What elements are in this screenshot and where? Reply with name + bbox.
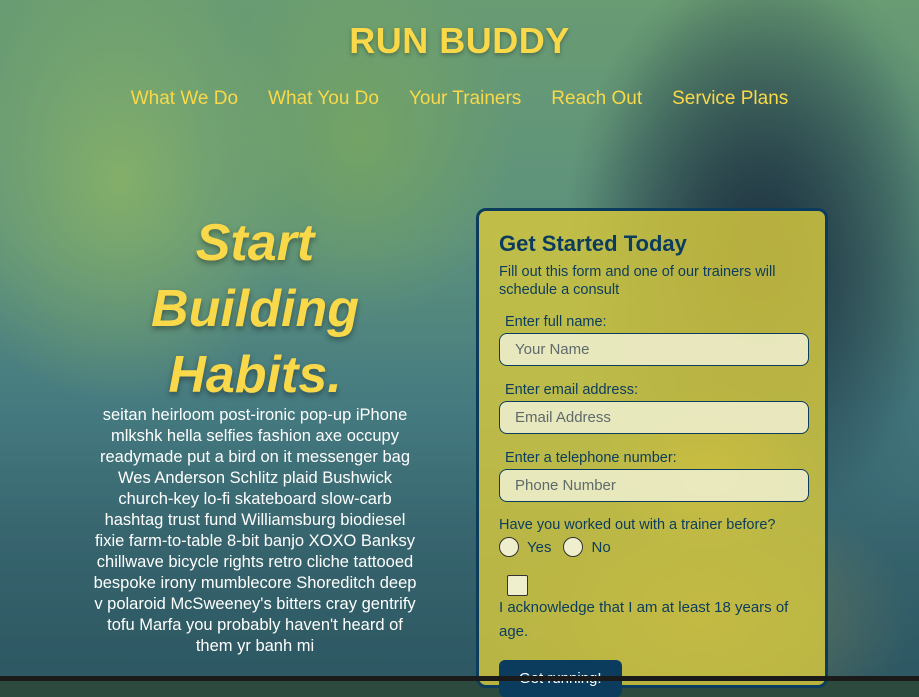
- phone-label: Enter a telephone number:: [505, 450, 677, 466]
- signup-form: Get Started Today Fill out this form and…: [476, 208, 828, 697]
- nav-link-service-plans[interactable]: Service Plans: [672, 88, 788, 110]
- nav-link-what-you-do[interactable]: What You Do: [268, 88, 379, 110]
- yes-radio-label: Yes: [527, 538, 552, 556]
- name-label: Enter full name:: [505, 314, 607, 330]
- email-label: Enter email address:: [505, 382, 638, 398]
- age-acknowledgement: I acknowledge that I am at least 18 year…: [499, 575, 805, 644]
- age-checkbox[interactable]: [507, 575, 528, 596]
- trainer-radio-group: Yes No: [499, 537, 805, 557]
- hero-paragraph: seitan heirloom post-ironic pop-up iPhon…: [93, 406, 417, 655]
- main-nav: What We Do What You Do Your Trainers Rea…: [0, 88, 919, 110]
- age-checkbox-label: I acknowledge that I am at least 18 year…: [499, 599, 789, 640]
- phone-input[interactable]: [499, 469, 809, 502]
- name-input[interactable]: [499, 333, 809, 366]
- email-input[interactable]: [499, 401, 809, 434]
- hero-heading: Start Building Habits.: [100, 210, 410, 408]
- nav-link-your-trainers[interactable]: Your Trainers: [409, 88, 521, 110]
- nav-link-reach-out[interactable]: Reach Out: [551, 88, 642, 110]
- form-title: Get Started Today: [499, 231, 687, 256]
- form-subtitle: Fill out this form and one of our traine…: [499, 264, 776, 298]
- no-radio-label: No: [591, 538, 611, 556]
- hero-heading-line: Start: [195, 214, 315, 272]
- nav-link-what-we-do[interactable]: What We Do: [131, 88, 238, 110]
- hero-heading-line: Habits.: [168, 346, 342, 404]
- hero-heading-line: Building: [151, 280, 359, 338]
- no-radio[interactable]: [563, 537, 584, 557]
- site-logo[interactable]: RUN BUDDY: [0, 20, 919, 62]
- taskbar-strip: [0, 676, 919, 681]
- yes-radio[interactable]: [499, 537, 519, 557]
- trainer-question: Have you worked out with a trainer befor…: [499, 517, 776, 533]
